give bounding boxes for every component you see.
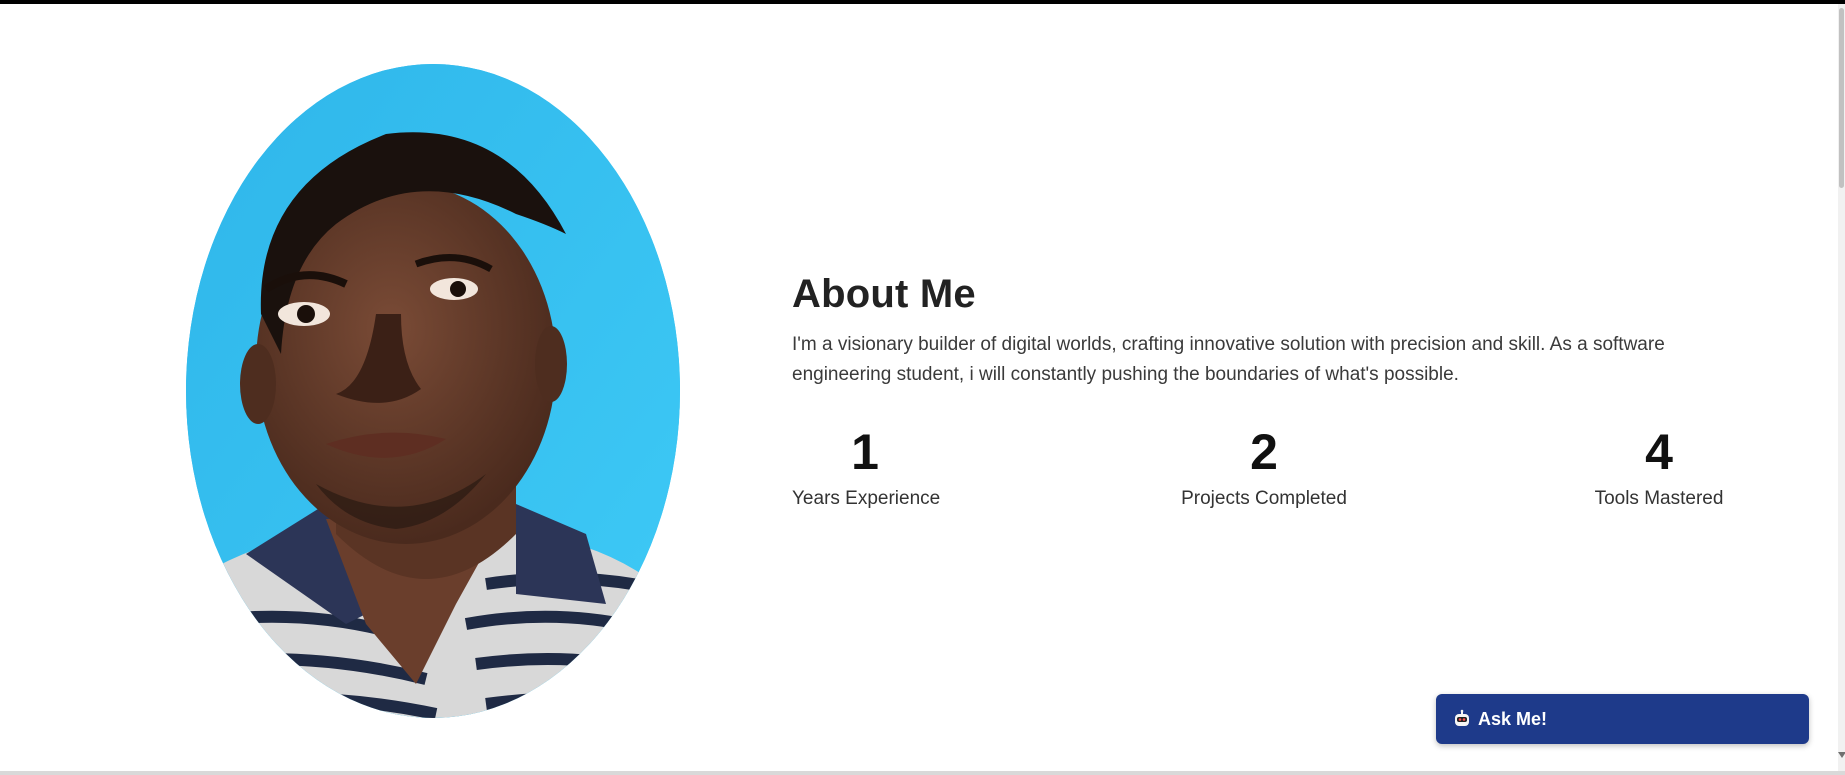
stat-tools-mastered: 4 Tools Mastered xyxy=(1592,424,1726,510)
stat-value: 4 xyxy=(1645,424,1673,480)
stat-value: 2 xyxy=(1250,424,1278,480)
about-description: I'm a visionary builder of digital world… xyxy=(792,334,1665,385)
stat-label: Tools Mastered xyxy=(1594,488,1724,509)
stat-projects-completed: 2 Projects Completed xyxy=(1178,424,1350,510)
about-title: About Me xyxy=(792,272,976,316)
ask-me-label: Ask Me! xyxy=(1478,708,1548,729)
ask-me-chat-button[interactable]: Ask Me! xyxy=(1436,694,1809,744)
stat-label: Years Experience xyxy=(792,488,941,509)
profile-photo xyxy=(186,64,680,718)
stat-label: Projects Completed xyxy=(1181,488,1347,509)
stats-row: 1 Years Experience 2 Projects Completed … xyxy=(792,424,1732,524)
scroll-down-arrow-icon[interactable] xyxy=(1838,752,1845,758)
bottom-border xyxy=(0,771,1845,775)
robot-icon xyxy=(1452,709,1472,729)
stat-value: 1 xyxy=(851,424,879,480)
about-section: About Me I'm a visionary builder of digi… xyxy=(0,4,1838,771)
vertical-scrollbar[interactable] xyxy=(1838,4,1845,771)
about-content: About Me I'm a visionary builder of digi… xyxy=(792,266,1732,524)
stat-years-experience: 1 Years Experience xyxy=(792,424,941,510)
scrollbar-thumb[interactable] xyxy=(1839,8,1844,188)
